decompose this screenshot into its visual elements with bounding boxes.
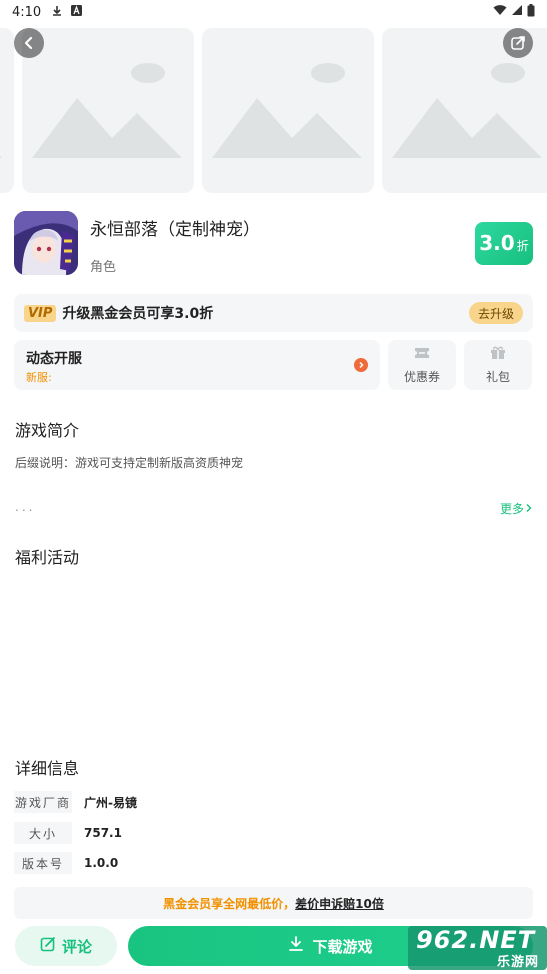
download-icon	[51, 5, 63, 20]
gift-label: 礼包	[485, 370, 510, 384]
chevron-right-icon	[524, 502, 533, 516]
download-label: 下载游戏	[312, 937, 373, 956]
a-badge-icon	[71, 5, 83, 19]
external-share-icon	[510, 35, 526, 51]
promo-text: 黑金会员享全网最低价，	[163, 896, 296, 911]
intro-section-title: 游戏简介	[15, 421, 80, 440]
welfare-section-title: 福利活动	[15, 548, 80, 567]
screenshot-placeholder[interactable]	[22, 28, 194, 193]
app-category: 角色	[90, 260, 117, 275]
info-row-developer: 游戏厂商 广州-易镜	[14, 791, 137, 813]
info-label: 游戏厂商	[14, 791, 72, 813]
screenshot-gallery[interactable]	[0, 28, 547, 194]
upgrade-button[interactable]: 去升级	[468, 302, 523, 324]
info-value: 757.1	[84, 826, 122, 840]
wifi-icon	[493, 4, 507, 20]
gift-icon	[490, 345, 506, 364]
intro-text: 后缀说明：游戏可支持定制新版高资质神宠	[15, 456, 244, 470]
comment-label: 评论	[61, 937, 92, 956]
status-time: 4:10	[12, 4, 42, 20]
share-button[interactable]	[503, 28, 533, 58]
screenshot-placeholder[interactable]	[202, 28, 374, 193]
back-arrow-icon	[22, 36, 36, 50]
coupon-label: 优惠券	[403, 370, 440, 384]
edit-icon	[40, 936, 56, 956]
coupon-button[interactable]: 优惠券	[388, 340, 456, 390]
battery-icon	[527, 3, 535, 21]
site-watermark-logo: 962.NET 乐游网	[408, 926, 547, 970]
coupon-icon	[414, 345, 430, 364]
download-icon	[288, 936, 304, 956]
chevron-right-icon[interactable]	[354, 358, 368, 372]
info-value: 广州-易镜	[84, 795, 137, 810]
service-subtitle: 新服:	[26, 371, 52, 384]
info-label: 大小	[14, 822, 72, 844]
vip-text: 升级黑金会员可享3.0折	[62, 306, 214, 322]
price-guarantee-bar[interactable]: 黑金会员享全网最低价， 差价申诉赔10倍	[14, 887, 533, 919]
vip-upgrade-bar[interactable]: VIP 升级黑金会员可享3.0折 去升级	[14, 294, 533, 332]
app-icon[interactable]	[14, 211, 78, 275]
discount-unit: 折	[516, 239, 529, 253]
more-label: 更多	[499, 502, 524, 516]
info-row-size: 大小 757.1	[14, 822, 122, 844]
promo-link[interactable]: 差价申诉赔10倍	[295, 895, 384, 912]
vip-tag: VIP	[24, 304, 57, 322]
info-row-version: 版本号 1.0.0	[14, 852, 118, 874]
watermark-sub: 乐游网	[496, 955, 539, 970]
app-title: 永恒部落（定制神宠）	[90, 220, 260, 240]
intro-ellipsis: ...	[15, 500, 36, 514]
signal-icon	[511, 4, 523, 20]
back-button[interactable]	[14, 28, 44, 58]
discount-value: 3.0	[479, 231, 515, 255]
info-value: 1.0.0	[84, 856, 119, 870]
details-section-title: 详细信息	[15, 759, 80, 778]
gift-pack-button[interactable]: 礼包	[464, 340, 532, 390]
service-title: 动态开服	[26, 351, 82, 367]
screenshot-placeholder[interactable]	[0, 28, 14, 193]
dynamic-server-card[interactable]: 动态开服 新服:	[14, 340, 380, 390]
status-bar: 4:10	[0, 0, 547, 24]
watermark-main: 962.NET	[416, 926, 536, 954]
info-label: 版本号	[14, 852, 72, 874]
discount-badge: 3.0 折	[475, 222, 533, 265]
comment-button[interactable]: 评论	[15, 926, 117, 966]
more-link[interactable]: 更多	[500, 500, 533, 517]
app-header: 永恒部落（定制神宠） 角色 3.0 折	[14, 211, 533, 277]
